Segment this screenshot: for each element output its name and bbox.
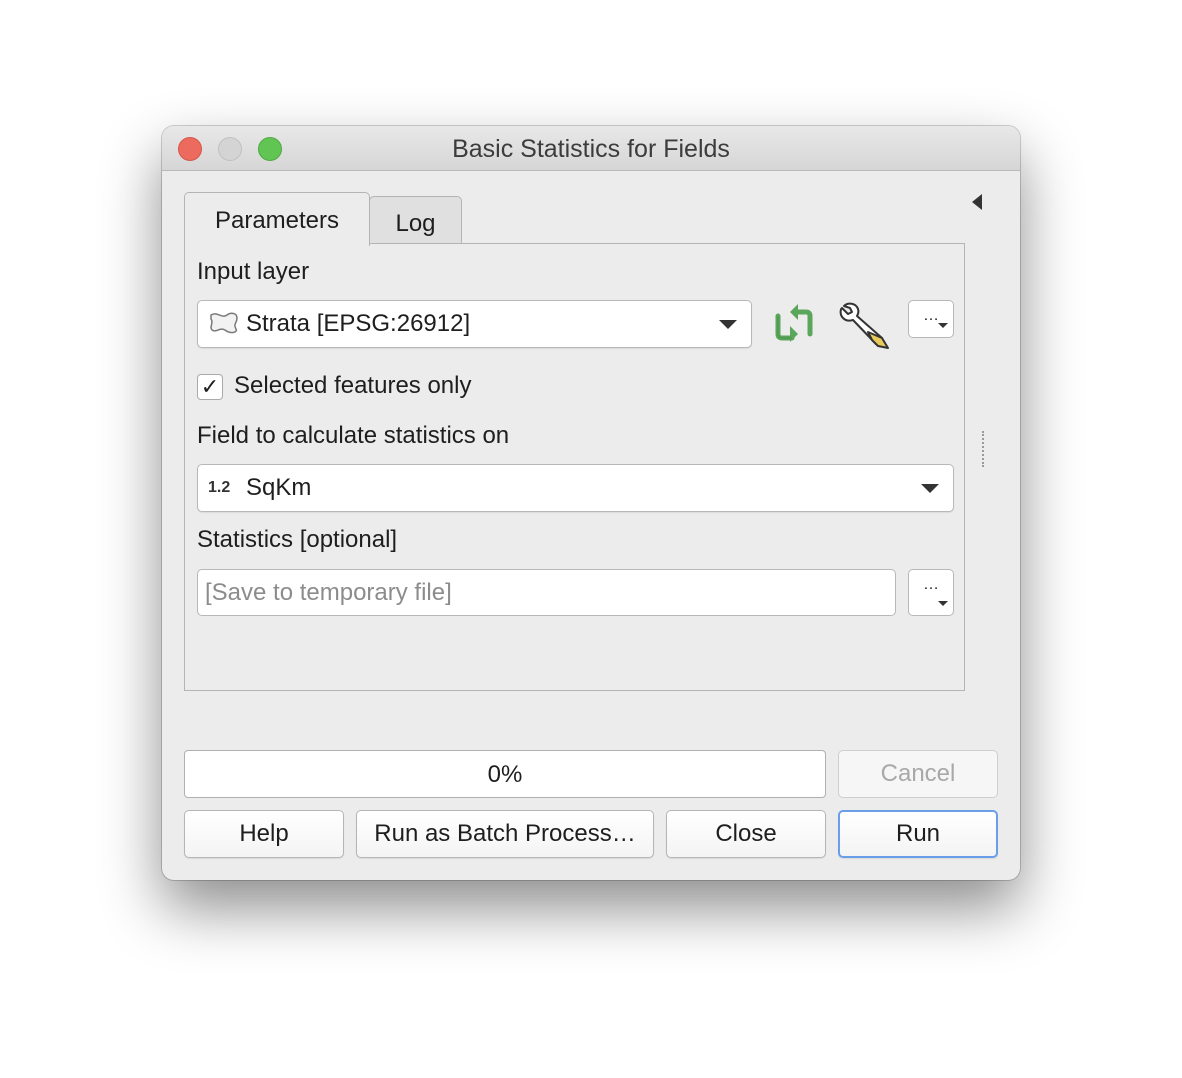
dropdown-caret-icon bbox=[938, 323, 948, 328]
ellipsis-label: … bbox=[923, 307, 939, 324]
field-value: SqKm bbox=[246, 474, 312, 501]
numeric-field-icon: 1.2 bbox=[208, 479, 231, 496]
tab-parameters[interactable]: Parameters bbox=[184, 192, 370, 246]
splitter-handle[interactable] bbox=[982, 431, 987, 467]
help-button[interactable]: Help bbox=[184, 810, 344, 858]
statistics-output-input[interactable]: [Save to temporary file] bbox=[197, 569, 896, 616]
input-layer-value: Strata [EPSG:26912] bbox=[246, 310, 471, 337]
statistics-browse-button[interactable]: … bbox=[908, 569, 954, 616]
polygon-layer-icon bbox=[210, 312, 238, 334]
collapse-panel-icon[interactable] bbox=[972, 194, 982, 210]
dropdown-caret-icon bbox=[938, 601, 948, 606]
statistics-label: Statistics [optional] bbox=[197, 526, 398, 553]
input-layer-combo[interactable]: Strata [EPSG:26912] bbox=[197, 300, 752, 348]
selected-features-label[interactable]: Selected features only bbox=[234, 372, 471, 400]
layer-options-button[interactable]: … bbox=[908, 300, 954, 338]
run-as-batch-button[interactable]: Run as Batch Process… bbox=[356, 810, 654, 858]
title-bar: Basic Statistics for Fields bbox=[162, 126, 1020, 171]
chevron-down-icon bbox=[921, 484, 939, 493]
window-title: Basic Statistics for Fields bbox=[452, 135, 730, 163]
iterate-icon[interactable] bbox=[770, 304, 818, 346]
run-button[interactable]: Run bbox=[838, 810, 998, 858]
tab-log[interactable]: Log bbox=[369, 196, 462, 244]
field-label: Field to calculate statistics on bbox=[197, 422, 510, 449]
close-button[interactable]: Close bbox=[666, 810, 826, 858]
ellipsis-label: … bbox=[923, 576, 939, 593]
wrench-icon[interactable] bbox=[838, 300, 894, 352]
field-combo[interactable]: 1.2 SqKm bbox=[197, 464, 954, 512]
cancel-button[interactable]: Cancel bbox=[838, 750, 998, 798]
input-layer-label: Input layer bbox=[197, 258, 310, 285]
selected-features-checkbox[interactable]: ✓ bbox=[197, 374, 223, 400]
progress-text: 0% bbox=[487, 761, 523, 788]
dialog-window: Basic Statistics for Fields Parameters L… bbox=[162, 126, 1020, 880]
progress-bar: 0% bbox=[184, 750, 826, 798]
chevron-down-icon bbox=[719, 320, 737, 329]
